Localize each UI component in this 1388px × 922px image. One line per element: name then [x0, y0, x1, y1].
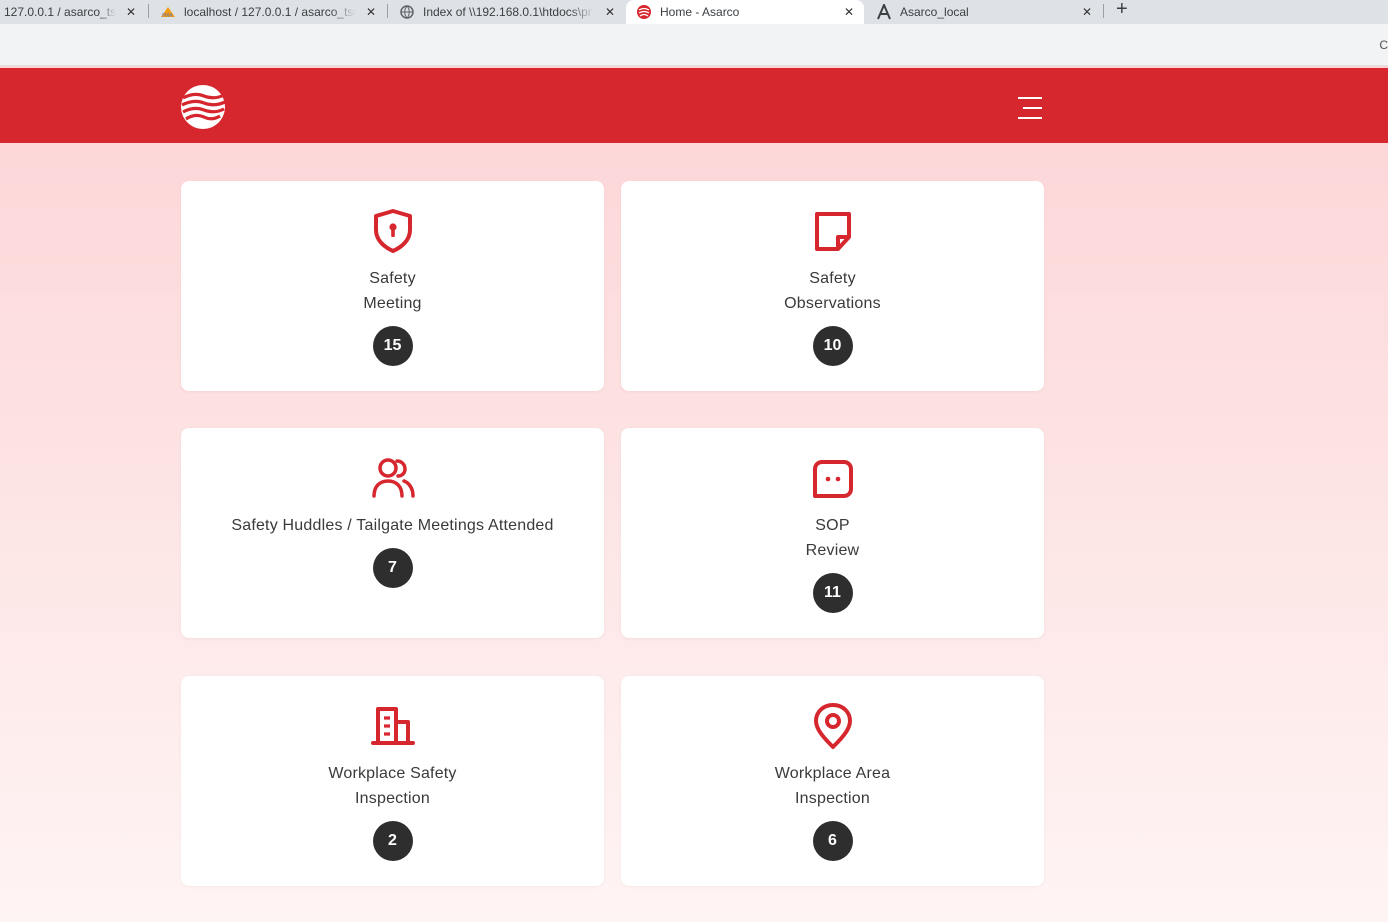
close-icon[interactable]: ✕	[1082, 5, 1092, 19]
tab-title: localhost / 127.0.0.1 / asarco_tsc	[184, 5, 356, 19]
pma-icon: PMA	[160, 4, 176, 20]
card-label-line1: SOP	[815, 517, 850, 534]
card-workplace-area-inspection[interactable]: Workplace Area Inspection 6	[621, 676, 1044, 886]
tab-title: 127.0.0.1 / asarco_tsc	[4, 5, 116, 19]
browser-toolbar: C	[0, 24, 1388, 66]
tab-title: Index of \\192.168.0.1\htdocs\pr	[423, 5, 592, 19]
page-body: Safety Meeting 15 Safety Observations 10…	[0, 66, 1388, 922]
count-badge: 6	[812, 821, 853, 861]
asarco-icon	[636, 4, 652, 20]
letter-a-icon	[876, 4, 892, 20]
new-tab-button[interactable]: +	[1116, 0, 1128, 19]
tab-separator	[387, 4, 388, 18]
browser-tab-strip: 127.0.0.1 / asarco_tsc ✕ PMA localhost /…	[0, 0, 1388, 24]
tab-asarco-local[interactable]: Asarco_local ✕	[876, 0, 1100, 24]
menu-icon[interactable]	[1016, 97, 1042, 119]
chat-bubble-icon	[811, 454, 855, 502]
shield-keyhole-icon	[371, 207, 415, 255]
card-safety-huddles[interactable]: Safety Huddles / Tailgate Meetings Atten…	[181, 428, 604, 638]
card-label-line1: Workplace Safety	[328, 765, 457, 782]
count-badge: 10	[812, 326, 853, 366]
card-label-line1: Safety	[809, 270, 856, 287]
tab-title: Asarco_local	[900, 5, 969, 19]
sticky-note-icon	[811, 207, 855, 255]
card-label-line1: Safety Huddles / Tailgate Meetings Atten…	[231, 517, 554, 534]
tab-separator	[148, 4, 149, 18]
tab-127-asarco[interactable]: 127.0.0.1 / asarco_tsc ✕	[4, 0, 144, 24]
card-label-line2: Inspection	[795, 790, 870, 807]
card-workplace-safety-inspection[interactable]: Workplace Safety Inspection 2	[181, 676, 604, 886]
card-sop-review[interactable]: SOP Review 11	[621, 428, 1044, 638]
tab-index-htdocs[interactable]: Index of \\192.168.0.1\htdocs\pr ✕	[399, 0, 623, 24]
card-label-line1: Safety	[369, 270, 416, 287]
card-label-line2: Review	[805, 542, 860, 559]
tab-home-asarco[interactable]: Home - Asarco ✕	[626, 0, 864, 24]
tab-separator	[1103, 4, 1104, 18]
count-badge: 15	[372, 326, 413, 366]
close-icon[interactable]: ✕	[366, 5, 376, 19]
globe-icon	[399, 4, 415, 20]
card-label-line2: Observations	[784, 295, 881, 312]
site-header	[0, 68, 1388, 143]
card-label-line1: Workplace Area	[774, 765, 891, 782]
toolbar-edge-text: C	[1379, 38, 1388, 52]
asarco-logo[interactable]	[180, 84, 226, 130]
count-badge: 7	[372, 548, 413, 588]
close-icon[interactable]: ✕	[844, 5, 854, 19]
building-icon	[370, 702, 415, 750]
card-label-line2: Inspection	[355, 790, 430, 807]
card-safety-meeting[interactable]: Safety Meeting 15	[181, 181, 604, 391]
tab-localhost-pma[interactable]: PMA localhost / 127.0.0.1 / asarco_tsc ✕	[160, 0, 384, 24]
map-pin-icon	[811, 702, 855, 750]
count-badge: 2	[372, 821, 413, 861]
users-icon	[371, 454, 415, 502]
close-icon[interactable]: ✕	[126, 5, 136, 19]
svg-text:PMA: PMA	[162, 13, 173, 18]
tab-title: Home - Asarco	[660, 5, 740, 19]
count-badge: 11	[812, 573, 853, 613]
card-label-line2: Meeting	[363, 295, 422, 312]
close-icon[interactable]: ✕	[605, 5, 615, 19]
card-safety-observations[interactable]: Safety Observations 10	[621, 181, 1044, 391]
